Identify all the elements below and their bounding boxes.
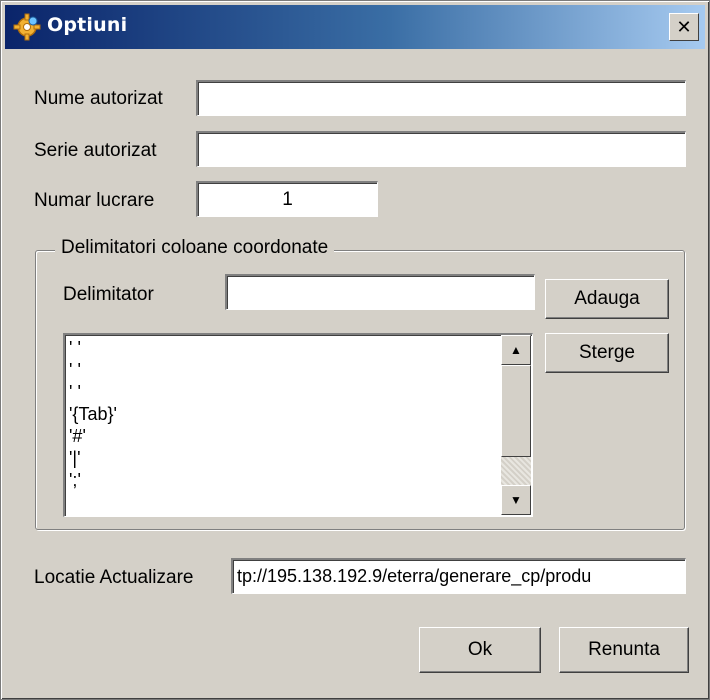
nume-autorizat-label: Nume autorizat [34,88,163,109]
delimiters-listbox[interactable]: ' ' ' ' ' ' '{Tab}' '#' '|' ';' [63,333,533,517]
options-dialog: Optiuni ✕ Nume autorizat Serie autorizat… [0,0,710,700]
remove-delimiter-button-label: Sterge [579,342,635,363]
scroll-up-button[interactable]: ▲ [501,335,531,365]
ok-button[interactable]: Ok [419,627,541,673]
delimiters-list: ' ' ' ' ' ' '{Tab}' '#' '|' ';' [69,337,499,491]
cancel-button-label: Renunta [588,639,660,660]
locatie-actualizare-input[interactable] [231,558,686,594]
title-bar[interactable]: Optiuni ✕ [5,5,705,49]
numar-lucrare-input[interactable] [196,181,378,217]
list-item[interactable]: '|' [69,447,499,469]
delimitator-input[interactable] [225,274,535,310]
add-delimiter-button-label: Adauga [574,288,640,309]
close-button[interactable]: ✕ [669,13,699,41]
add-delimiter-button[interactable]: Adauga [545,279,669,319]
nume-autorizat-input[interactable] [196,80,686,116]
arrow-down-icon: ▼ [510,493,522,507]
scroll-down-button[interactable]: ▼ [501,485,531,515]
list-item[interactable]: ' ' [69,337,499,359]
list-item[interactable]: '{Tab}' [69,403,499,425]
serie-autorizat-label: Serie autorizat [34,140,157,161]
close-icon: ✕ [676,16,692,38]
listbox-scrollbar[interactable]: ▲ ▼ [501,335,531,515]
delimitator-label: Delimitator [63,284,154,305]
list-item[interactable]: '#' [69,425,499,447]
list-item[interactable]: ';' [69,469,499,491]
arrow-up-icon: ▲ [510,343,522,357]
gear-icon [13,13,41,41]
cancel-button[interactable]: Renunta [559,627,689,673]
window-title: Optiuni [47,14,128,36]
list-item[interactable]: ' ' [69,359,499,381]
numar-lucrare-label: Numar lucrare [34,190,155,211]
remove-delimiter-button[interactable]: Sterge [545,333,669,373]
locatie-actualizare-label: Locatie Actualizare [34,567,194,588]
serie-autorizat-input[interactable] [196,131,686,167]
delimiters-group-title: Delimitatori coloane coordonate [55,237,335,259]
ok-button-label: Ok [467,639,493,660]
scroll-thumb[interactable] [501,365,531,457]
list-item[interactable]: ' ' [69,381,499,403]
